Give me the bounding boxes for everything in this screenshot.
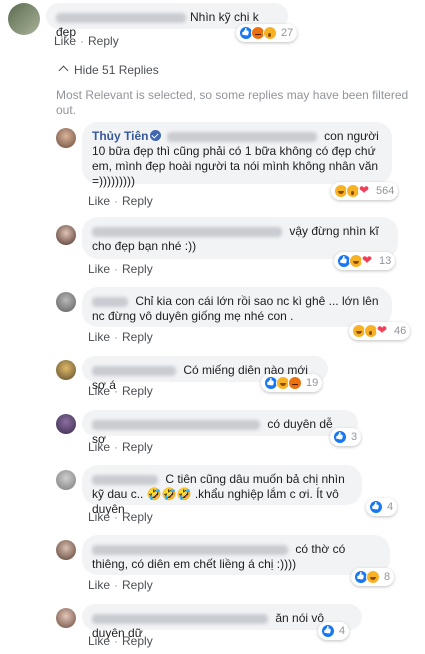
reply-button[interactable]: Reply [122,330,153,344]
avatar[interactable] [56,225,76,245]
avatar[interactable] [56,292,76,312]
reply-button[interactable]: Reply [122,634,153,648]
reply-bubble: Chỉ kia con cái lớn rồi sao nc kì ghê ..… [82,287,392,327]
avatar[interactable] [56,414,76,434]
like-button[interactable]: Like [88,384,110,398]
avatar[interactable] [56,128,76,148]
reply-button[interactable]: Reply [122,578,153,592]
reply-button[interactable]: Reply [88,34,119,48]
reply-text: Chỉ kia con cái lớn rồi sao nc kì ghê ..… [92,294,379,323]
reply-button[interactable]: Reply [122,194,153,208]
reaction-summary[interactable]: 3 [330,428,362,446]
verified-badge-icon [150,130,162,141]
reaction-count: 564 [376,185,395,197]
reaction-summary[interactable]: 13 [334,252,396,270]
avatar[interactable] [8,3,40,35]
reaction-count: 8 [384,571,391,583]
like-reaction-icon [321,624,335,638]
reaction-count: 27 [281,27,294,39]
reaction-summary[interactable]: 19 [261,374,323,392]
reply-bubble: C tiên cũng dâu muốn bả chị nhìn kỹ dau … [82,465,362,516]
reaction-count: 3 [351,431,358,443]
like-button[interactable]: Like [88,510,110,524]
reply-button[interactable]: Reply [122,384,153,398]
reply-bubble: có thờ có thiêng, có diên em chết liềng … [82,535,390,575]
comment-actions: Like · Reply [54,34,119,48]
like-reaction-icon [369,500,383,514]
reaction-count: 4 [387,501,394,513]
reaction-summary[interactable]: 4 [318,622,350,640]
reaction-summary[interactable]: 46 [349,322,411,340]
reaction-summary[interactable]: 27 [236,24,298,42]
hide-replies-button[interactable]: Hide 51 Replies [58,63,159,77]
wow-reaction-icon [263,26,277,40]
reaction-summary[interactable]: 564 [331,182,399,200]
reaction-summary[interactable]: 8 [351,568,395,586]
love-reaction-icon [376,323,390,338]
reply-bubble: có duyên dễ sợ [82,410,358,446]
chevron-up-icon [58,65,69,76]
reply-button[interactable]: Reply [122,262,153,276]
reply-actions: Like · Reply [88,634,153,648]
angry-reaction-icon [288,376,302,390]
love-reaction-icon [358,183,372,198]
avatar[interactable] [56,360,76,380]
filter-note: Most Relevant is selected, so some repli… [56,88,409,117]
like-button[interactable]: Like [88,262,110,276]
haha-reaction-icon [366,570,380,584]
reply-button[interactable]: Reply [122,440,153,454]
like-reaction-icon [333,430,347,444]
avatar[interactable] [56,470,76,490]
reaction-count: 13 [379,255,392,267]
reply-bubble: Thủy Tiên con người 10 bữa đẹp thì cũng … [82,122,392,188]
reply-actions: Like · Reply [88,510,153,524]
author-name[interactable]: Thủy Tiên [92,129,148,143]
reply-actions: Like · Reply [88,578,153,592]
reaction-summary[interactable]: 4 [366,498,398,516]
reply-actions: Like · Reply [88,440,153,454]
like-button[interactable]: Like [54,34,76,48]
reply-button[interactable]: Reply [122,510,153,524]
love-reaction-icon [361,253,375,268]
reply-actions: Like · Reply [88,194,153,208]
like-button[interactable]: Like [88,634,110,648]
reply-actions: Like · Reply [88,262,153,276]
like-button[interactable]: Like [88,194,110,208]
reply-actions: Like · Reply [88,330,153,344]
reaction-count: 19 [306,377,319,389]
avatar[interactable] [56,540,76,560]
reaction-count: 46 [394,325,407,337]
avatar[interactable] [56,608,76,628]
like-button[interactable]: Like [88,330,110,344]
like-button[interactable]: Like [88,578,110,592]
hide-replies-label: Hide 51 Replies [74,63,159,77]
like-button[interactable]: Like [88,440,110,454]
reply-actions: Like · Reply [88,384,153,398]
reaction-count: 4 [339,625,346,637]
